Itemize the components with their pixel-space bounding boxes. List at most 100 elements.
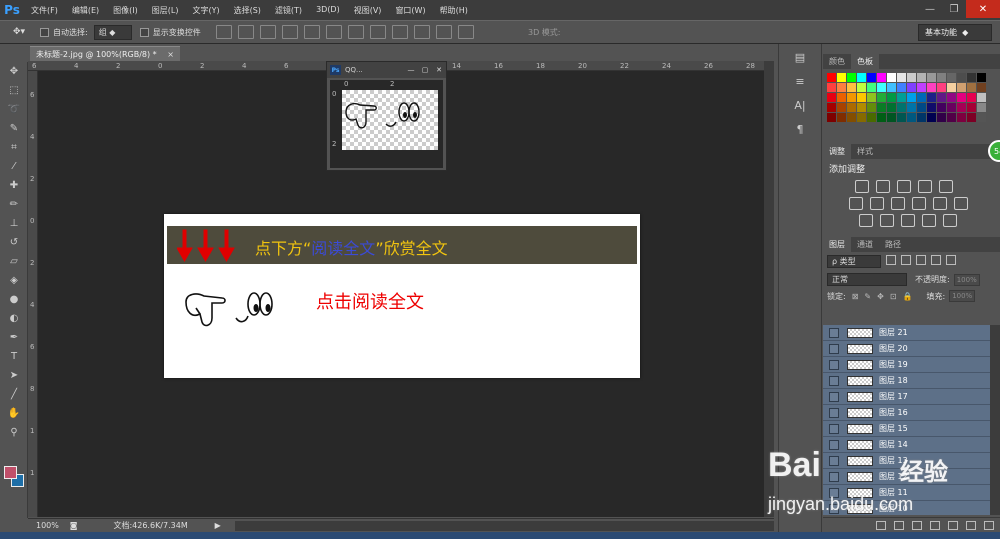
zoom-tool-icon[interactable]: ⚲ <box>0 423 28 442</box>
clone-stamp-tool-icon[interactable]: ⊥ <box>0 214 28 233</box>
color-swatch[interactable] <box>967 103 976 112</box>
align-top-icon[interactable] <box>215 25 232 39</box>
layer-filter-dropdown[interactable]: ρ 类型 <box>827 255 881 268</box>
quick-select-tool-icon[interactable]: ✎ <box>0 119 28 138</box>
maximize-button[interactable]: ❐ <box>942 0 966 18</box>
color-swatch[interactable] <box>957 103 966 112</box>
color-swatch[interactable] <box>937 73 946 82</box>
color-swatch[interactable] <box>867 83 876 92</box>
auto-select-dropdown[interactable]: 组 ◆ <box>93 24 132 40</box>
menu-item[interactable]: 图层(L) <box>145 5 186 16</box>
hue-saturation-icon[interactable] <box>849 197 863 210</box>
filter-smart-icon[interactable] <box>946 255 956 265</box>
floating-window-titlebar[interactable]: Ps QQ... — ▢ ✕ <box>327 62 446 78</box>
color-swatch[interactable] <box>977 113 986 122</box>
dodge-tool-icon[interactable]: ◐ <box>0 309 28 328</box>
layer-row[interactable]: 图层 17 <box>823 389 990 405</box>
channel-mixer-icon[interactable] <box>933 197 947 210</box>
align-hcenter-icon[interactable] <box>303 25 320 39</box>
marquee-tool-icon[interactable]: ⬚ <box>0 81 28 100</box>
eyedropper-tool-icon[interactable]: ⁄ <box>0 157 28 176</box>
brightness-icon[interactable] <box>855 180 869 193</box>
eraser-tool-icon[interactable]: ▱ <box>0 252 28 271</box>
color-swatch[interactable] <box>847 103 856 112</box>
menu-item[interactable]: 3D(D) <box>309 5 347 16</box>
posterize-icon[interactable] <box>880 214 894 227</box>
color-swatch[interactable] <box>957 93 966 102</box>
color-swatch[interactable] <box>867 93 876 102</box>
crop-tool-icon[interactable]: ⌗ <box>0 138 28 157</box>
photo-filter-icon[interactable] <box>912 197 926 210</box>
menu-item[interactable]: 视图(V) <box>347 5 389 16</box>
filter-pixel-icon[interactable] <box>886 255 896 265</box>
selective-color-icon[interactable] <box>943 214 957 227</box>
color-swatch[interactable] <box>927 83 936 92</box>
tab-channels[interactable]: 通道 <box>851 237 879 252</box>
color-swatch[interactable] <box>977 73 986 82</box>
color-swatch[interactable] <box>957 83 966 92</box>
color-swatch[interactable] <box>897 103 906 112</box>
layer-visibility-icon[interactable] <box>829 375 839 386</box>
color-swatch[interactable] <box>957 73 966 82</box>
color-swatch[interactable] <box>837 113 846 122</box>
history-brush-tool-icon[interactable]: ↺ <box>0 233 28 252</box>
invert-icon[interactable] <box>859 214 873 227</box>
menu-item[interactable]: 滤镜(T) <box>268 5 309 16</box>
color-swatch[interactable] <box>827 93 836 102</box>
color-swatch[interactable] <box>837 83 846 92</box>
character-panel-icon[interactable]: A| <box>785 94 815 116</box>
color-swatch[interactable] <box>917 83 926 92</box>
paint-bucket-tool-icon[interactable]: ◈ <box>0 271 28 290</box>
exposure-icon[interactable] <box>918 180 932 193</box>
color-swatch[interactable] <box>887 83 896 92</box>
floating-close-icon[interactable]: ✕ <box>432 66 446 74</box>
levels-icon[interactable] <box>876 180 890 193</box>
fill-input[interactable]: 100% <box>949 290 976 302</box>
color-swatch[interactable] <box>877 113 886 122</box>
color-swatch[interactable] <box>977 103 986 112</box>
color-swatch[interactable] <box>947 103 956 112</box>
color-swatch[interactable] <box>837 103 846 112</box>
color-swatch[interactable] <box>917 113 926 122</box>
color-swatch[interactable] <box>947 93 956 102</box>
color-swatch[interactable] <box>967 83 976 92</box>
menu-item[interactable]: 图像(I) <box>106 5 145 16</box>
distribute-left-icon[interactable] <box>413 25 430 39</box>
color-swatch[interactable] <box>927 73 936 82</box>
color-swatch[interactable] <box>917 103 926 112</box>
color-swatch[interactable] <box>897 73 906 82</box>
delete-layer-icon[interactable] <box>984 520 994 530</box>
layer-list-scrollbar[interactable] <box>990 325 1000 515</box>
color-swatch[interactable] <box>917 93 926 102</box>
document-tab[interactable]: 未标题-2.jpg @ 100%(RGB/8) * × <box>30 46 180 61</box>
menu-item[interactable]: 帮助(H) <box>433 5 475 16</box>
canvas-horizontal-scrollbar[interactable] <box>234 520 774 531</box>
layer-row[interactable]: 图层 21 <box>823 325 990 341</box>
minimize-button[interactable]: — <box>918 0 942 18</box>
color-swatch[interactable] <box>867 113 876 122</box>
status-menu-arrow-icon[interactable]: ▶ <box>215 521 221 530</box>
color-swatch[interactable] <box>867 73 876 82</box>
menu-item[interactable]: 选择(S) <box>227 5 268 16</box>
color-swatch[interactable] <box>877 103 886 112</box>
show-transform-checkbox[interactable] <box>139 27 149 37</box>
pen-tool-icon[interactable]: ✒ <box>0 328 28 347</box>
color-swatch[interactable] <box>937 93 946 102</box>
zoom-level[interactable]: 100% <box>36 521 70 530</box>
color-swatch[interactable] <box>847 93 856 102</box>
menu-item[interactable]: 编辑(E) <box>65 5 106 16</box>
color-swatch[interactable] <box>857 83 866 92</box>
floating-minimize-icon[interactable]: — <box>404 66 418 74</box>
color-swatch[interactable] <box>937 103 946 112</box>
tab-swatches[interactable]: 色板 <box>851 54 879 69</box>
layer-row[interactable]: 图层 18 <box>823 373 990 389</box>
color-swatch[interactable] <box>837 73 846 82</box>
properties-panel-icon[interactable]: ≡ <box>785 70 815 92</box>
brush-tool-icon[interactable]: ✏ <box>0 195 28 214</box>
color-swatch[interactable] <box>927 93 936 102</box>
close-document-icon[interactable]: × <box>167 50 174 59</box>
filter-type-icon[interactable] <box>916 255 926 265</box>
threshold-icon[interactable] <box>901 214 915 227</box>
curves-icon[interactable] <box>897 180 911 193</box>
align-left-icon[interactable] <box>281 25 298 39</box>
